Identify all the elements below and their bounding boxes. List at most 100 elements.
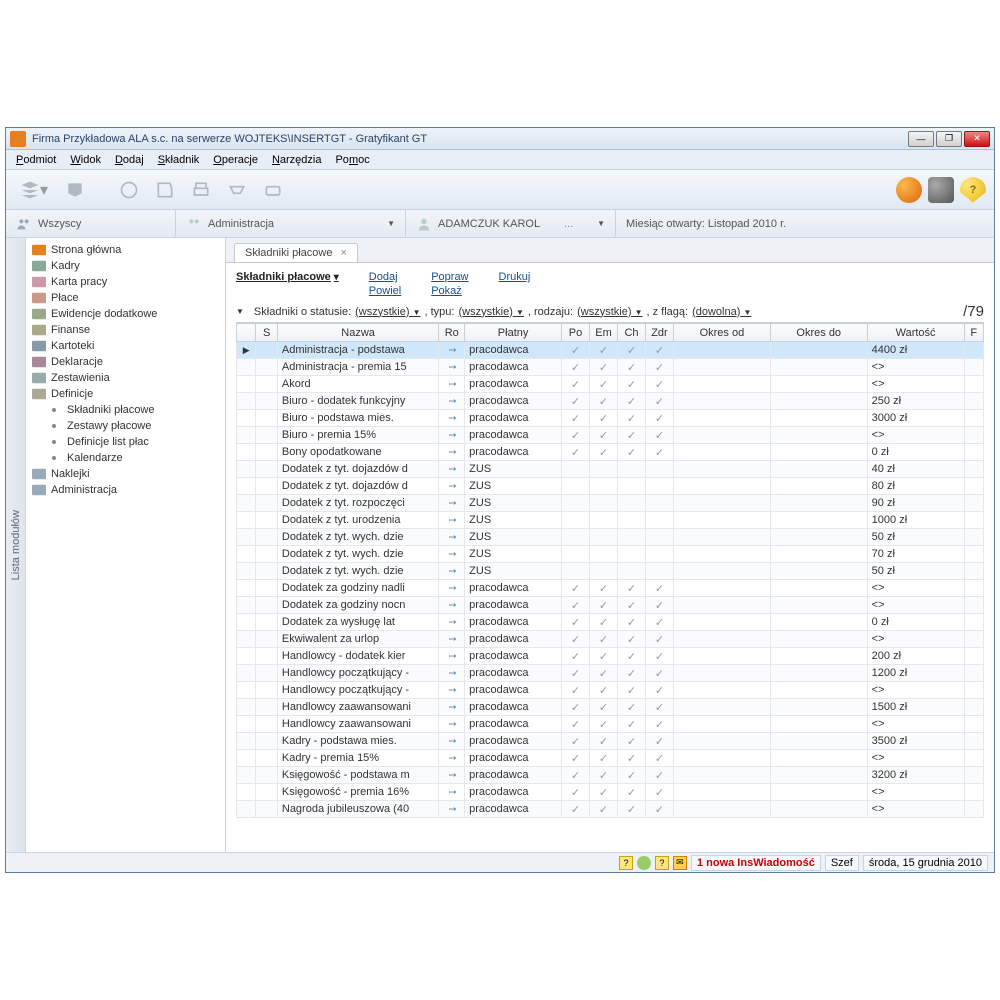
menu-podmiot[interactable]: Podmiot	[10, 152, 62, 168]
nav-subitem[interactable]: Kalendarze	[26, 450, 225, 466]
table-row[interactable]: Dodatek za godziny nadli➚pracodawca✓✓✓✓<…	[237, 580, 984, 597]
nav-item[interactable]: Kartoteki	[26, 338, 225, 354]
column-header[interactable]	[237, 324, 256, 342]
action-popraw[interactable]: Popraw	[431, 271, 468, 283]
menu-skladnik[interactable]: Składnik	[152, 152, 206, 168]
tool-3[interactable]	[114, 175, 144, 205]
nav-item[interactable]: Płace	[26, 290, 225, 306]
table-row[interactable]: Nagroda jubileuszowa (40➚pracodawca✓✓✓✓<…	[237, 801, 984, 818]
status-message[interactable]: 1 nowa InsWiadomość	[697, 857, 815, 869]
minimize-button[interactable]: —	[908, 131, 934, 147]
nav-item[interactable]: Definicje	[26, 386, 225, 402]
column-header[interactable]: F	[964, 324, 983, 342]
table-row[interactable]: Dodatek za godziny nocn➚pracodawca✓✓✓✓<>	[237, 597, 984, 614]
menu-narzedzia[interactable]: Narzędzia	[266, 152, 328, 168]
tool-1[interactable]: ▾	[14, 175, 54, 205]
filter-type[interactable]: (wszystkie) ▼	[458, 306, 523, 318]
nav-item[interactable]: Administracja	[26, 482, 225, 498]
column-header[interactable]: Em	[590, 324, 618, 342]
orb-orange-icon[interactable]	[896, 177, 922, 203]
filter-person[interactable]: ADAMCZUK KAROL ... ▼	[406, 210, 616, 237]
table-row[interactable]: Handlowcy początkujący -➚pracodawca✓✓✓✓1…	[237, 665, 984, 682]
table-row[interactable]: Dodatek z tyt. wych. dzie➚ZUS70 zł	[237, 546, 984, 563]
table-row[interactable]: Handlowcy początkujący -➚pracodawca✓✓✓✓<…	[237, 682, 984, 699]
nav-subitem[interactable]: Definicje list płac	[26, 434, 225, 450]
action-dodaj[interactable]: Dodaj	[369, 271, 401, 283]
data-grid[interactable]: SNazwaRoPłatnyPoEmChZdrOkres odOkres doW…	[236, 322, 984, 852]
mail-icon[interactable]: ✉	[673, 856, 687, 870]
nav-item[interactable]: Zestawienia	[26, 370, 225, 386]
help-icon[interactable]: ?	[619, 856, 633, 870]
tool-4[interactable]	[150, 175, 180, 205]
sidebar-collapse-tab[interactable]: Lista modułów	[6, 238, 26, 852]
menu-widok[interactable]: Widok	[64, 152, 107, 168]
table-row[interactable]: Bony opodatkowane➚pracodawca✓✓✓✓0 zł	[237, 444, 984, 461]
nav-item[interactable]: Kadry	[26, 258, 225, 274]
table-row[interactable]: Dodatek z tyt. wych. dzie➚ZUS50 zł	[237, 529, 984, 546]
column-header[interactable]: Zdr	[645, 324, 673, 342]
column-header[interactable]: Ch	[617, 324, 645, 342]
filter-status[interactable]: (wszystkie) ▼	[355, 306, 420, 318]
table-row[interactable]: Biuro - premia 15%➚pracodawca✓✓✓✓<>	[237, 427, 984, 444]
page-title[interactable]: Składniki płacowe▾	[236, 271, 339, 283]
table-row[interactable]: Handlowcy zaawansowani➚pracodawca✓✓✓✓150…	[237, 699, 984, 716]
maximize-button[interactable]: ❐	[936, 131, 962, 147]
menu-dodaj[interactable]: Dodaj	[109, 152, 150, 168]
nav-subitem[interactable]: Składniki płacowe	[26, 402, 225, 418]
tool-2[interactable]	[60, 175, 90, 205]
nav-item[interactable]: Strona główna	[26, 242, 225, 258]
nav-subitem[interactable]: Zestawy płacowe	[26, 418, 225, 434]
column-header[interactable]: S	[256, 324, 278, 342]
table-row[interactable]: Akord➚pracodawca✓✓✓✓<>	[237, 376, 984, 393]
table-row[interactable]: Ekwiwalent za urlop➚pracodawca✓✓✓✓<>	[237, 631, 984, 648]
table-row[interactable]: Biuro - podstawa mies.➚pracodawca✓✓✓✓300…	[237, 410, 984, 427]
column-header[interactable]: Okres do	[770, 324, 867, 342]
action-powiel[interactable]: Powiel	[369, 285, 401, 297]
help2-icon[interactable]: ?	[655, 856, 669, 870]
table-row[interactable]: Księgowość - podstawa m➚pracodawca✓✓✓✓32…	[237, 767, 984, 784]
column-header[interactable]: Okres od	[673, 324, 770, 342]
menu-operacje[interactable]: Operacje	[207, 152, 264, 168]
table-row[interactable]: Biuro - dodatek funkcyjny➚pracodawca✓✓✓✓…	[237, 393, 984, 410]
close-button[interactable]: ✕	[964, 131, 990, 147]
column-header[interactable]: Wartość	[867, 324, 964, 342]
action-drukuj[interactable]: Drukuj	[499, 271, 531, 283]
table-row[interactable]: Dodatek z tyt. urodzenia➚ZUS1000 zł	[237, 512, 984, 529]
close-tab-icon[interactable]: ×	[340, 247, 346, 259]
table-row[interactable]: ▶Administracja - podstawa➚pracodawca✓✓✓✓…	[237, 342, 984, 359]
table-row[interactable]: Administracja - premia 15➚pracodawca✓✓✓✓…	[237, 359, 984, 376]
filter-flag[interactable]: (dowolna) ▼	[692, 306, 751, 318]
table-row[interactable]: Kadry - podstawa mies.➚pracodawca✓✓✓✓350…	[237, 733, 984, 750]
nav-item[interactable]: Finanse	[26, 322, 225, 338]
table-row[interactable]: Dodatek z tyt. dojazdów d➚ZUS80 zł	[237, 478, 984, 495]
orb-gray-icon[interactable]	[928, 177, 954, 203]
column-header[interactable]: Nazwa	[277, 324, 438, 342]
table-row[interactable]: Księgowość - premia 16%➚pracodawca✓✓✓✓<>	[237, 784, 984, 801]
nav-item[interactable]: Karta pracy	[26, 274, 225, 290]
column-header[interactable]: Po	[562, 324, 590, 342]
tool-7[interactable]	[258, 175, 288, 205]
table-row[interactable]: Handlowcy - dodatek kier➚pracodawca✓✓✓✓2…	[237, 648, 984, 665]
tool-5[interactable]	[186, 175, 216, 205]
table-row[interactable]: Dodatek za wysługę lat➚pracodawca✓✓✓✓0 z…	[237, 614, 984, 631]
nav-item[interactable]: Ewidencje dodatkowe	[26, 306, 225, 322]
column-header[interactable]: Płatny	[465, 324, 562, 342]
nav-item[interactable]: Deklaracje	[26, 354, 225, 370]
nav-item[interactable]: Naklejki	[26, 466, 225, 482]
action-pokaz[interactable]: Pokaż	[431, 285, 468, 297]
tool-6[interactable]	[222, 175, 252, 205]
chevron-down-icon[interactable]: ▼	[236, 307, 244, 316]
table-row[interactable]: Dodatek z tyt. rozpoczęci➚ZUS90 zł	[237, 495, 984, 512]
tab-skladniki[interactable]: Składniki płacowe ×	[234, 243, 358, 262]
table-row[interactable]: Dodatek z tyt. dojazdów d➚ZUS40 zł	[237, 461, 984, 478]
arrow-icon: ➚	[445, 514, 459, 528]
filter-all[interactable]: Wszyscy	[6, 210, 176, 237]
filter-kind[interactable]: (wszystkie) ▼	[577, 306, 642, 318]
table-row[interactable]: Dodatek z tyt. wych. dzie➚ZUS50 zł	[237, 563, 984, 580]
table-row[interactable]: Handlowcy zaawansowani➚pracodawca✓✓✓✓<>	[237, 716, 984, 733]
table-row[interactable]: Kadry - premia 15%➚pracodawca✓✓✓✓<>	[237, 750, 984, 767]
menu-pomoc[interactable]: Pomoc	[329, 152, 375, 168]
filter-dept[interactable]: Administracja ▼	[176, 210, 406, 237]
shield-help-icon[interactable]: ?	[960, 177, 986, 203]
column-header[interactable]: Ro	[439, 324, 465, 342]
